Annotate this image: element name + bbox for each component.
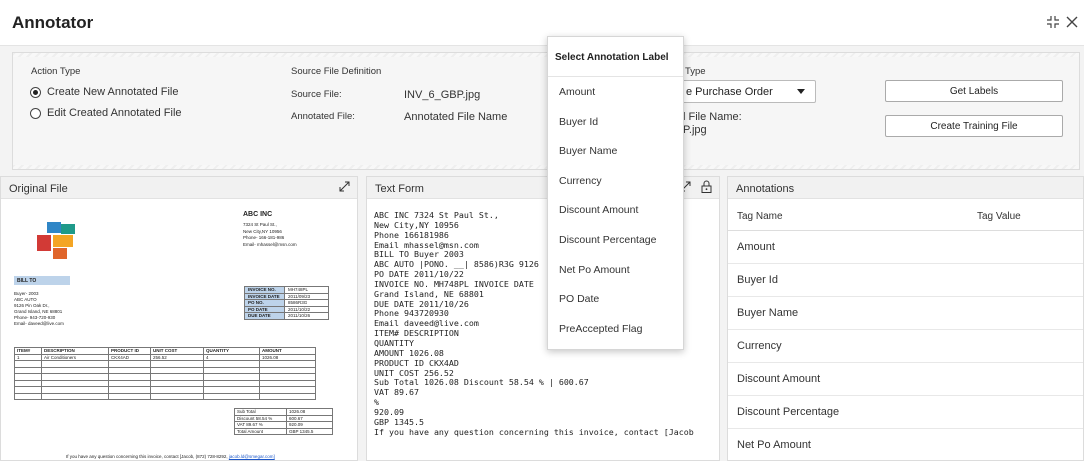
radio-create-new-label: Create New Annotated File [47, 86, 179, 98]
type-select[interactable]: e Purchase Order [677, 80, 816, 103]
text-form-line[interactable]: % [374, 397, 694, 408]
invoice-footer-link: jacob.ld@smegar.com] [228, 454, 275, 459]
dropdown-item-discount-percentage[interactable]: Discount Percentage [548, 226, 683, 256]
type-label: Type [685, 66, 706, 77]
annotation-row[interactable]: Buyer Name [728, 297, 1083, 330]
annotation-tag-name: Net Po Amount [737, 439, 811, 451]
annotation-label-dropdown: Select Annotation Label Amount Buyer Id … [547, 36, 684, 350]
invoice-bill-to-label: BILL TO [14, 276, 70, 285]
radio-create-new[interactable]: Create New Annotated File [30, 86, 178, 98]
annotations-panel: Annotations Tag Name Tag Value Amount Bu… [727, 176, 1084, 461]
annotations-title: Annotations [736, 183, 795, 195]
dropdown-item-buyer-name[interactable]: Buyer Name [548, 137, 683, 167]
dropdown-item-discount-amount[interactable]: Discount Amount [548, 196, 683, 226]
annotated-file-value[interactable]: Annotated File Name [404, 111, 507, 123]
meta-value: 2011/10/26 [284, 312, 329, 320]
tag-value-header: Tag Value [977, 211, 1021, 222]
table-row [14, 392, 316, 400]
dropdown-item-currency[interactable]: Currency [548, 167, 683, 197]
original-file-header: Original File [1, 177, 357, 199]
hatch-strip-top [13, 53, 1079, 57]
dropdown-header: Select Annotation Label [548, 37, 683, 77]
address-line: Email- mhassel@msn.com [243, 241, 297, 247]
annotation-tag-name: Buyer Id [737, 274, 778, 286]
table-row: Total Amount GBP 1345.5 [234, 427, 333, 435]
text-form-line[interactable]: VAT 89.67 [374, 387, 694, 398]
total-key: Total Amount [234, 427, 287, 435]
table-header-row: ITEM# DESCRIPTION PRODUCT ID UNIT COST Q… [14, 347, 316, 355]
annotation-row[interactable]: Buyer Id [728, 264, 1083, 297]
source-file-value: INV_6_GBP.jpg [404, 89, 481, 101]
original-file-title: Original File [9, 183, 68, 195]
chevron-down-icon [797, 89, 805, 94]
radio-unselected-icon [30, 107, 41, 119]
meta-key: DUE DATE [244, 312, 285, 320]
file-name-label: l File Name: [683, 111, 742, 123]
source-def-label: Source File Definition [291, 66, 382, 77]
annotation-tag-name: Currency [737, 340, 782, 352]
radio-selected-icon [30, 86, 41, 98]
table-row: DUE DATE 2011/10/26 [244, 312, 329, 320]
annotations-header: Annotations [728, 177, 1083, 199]
meta-key: INVOICE DATE [244, 292, 285, 300]
annotation-row[interactable]: Currency [728, 330, 1083, 363]
lock-icon[interactable] [701, 180, 712, 196]
company-logo-icon [37, 222, 75, 259]
table-row: 1 Air Conditioners CKX4AD 256.52 4 1026.… [14, 353, 316, 361]
annotation-tag-name: Amount [737, 241, 775, 253]
dropdown-item-preaccepted-flag[interactable]: PreAccepted Flag [548, 315, 683, 345]
config-panel: Action Type Create New Annotated File Ed… [12, 52, 1080, 170]
text-form-line[interactable]: If you have any question concerning this… [374, 427, 694, 438]
dropdown-item-net-po-amount[interactable]: Net Po Amount [548, 256, 683, 286]
invoice-company-name: ABC INC [243, 211, 273, 218]
invoice-items-table: ITEM# DESCRIPTION PRODUCT ID UNIT COST Q… [14, 347, 316, 400]
type-select-value: e Purchase Order [686, 86, 773, 98]
annotation-tag-name: Discount Amount [737, 373, 821, 385]
invoice-meta-table: INVOICE NO. MH748PL INVOICE DATE 2011/09/2… [244, 286, 329, 320]
invoice-image: ABC INC 7324 St Paul St., New City,NY 10… [11, 207, 346, 460]
invoice-totals-table: Sub Total 1026.08 Discount 58.54 % 600.67 … [234, 408, 333, 435]
original-file-panel: Original File ABC INC 7324 St Paul St., … [0, 176, 358, 461]
text-form-line[interactable]: Sub Total 1026.08 Discount 58.54 % | 600… [374, 377, 694, 388]
annotation-row[interactable]: Discount Percentage [728, 396, 1083, 429]
dropdown-item-buyer-id[interactable]: Buyer Id [548, 108, 683, 138]
action-type-label: Action Type [31, 66, 81, 77]
invoice-company-address: 7324 St Paul St., New City,NY 10956 Phon… [243, 222, 297, 248]
annotation-row[interactable]: Net Po Amount [728, 429, 1083, 460]
dropdown-title: Select Annotation Label [555, 52, 669, 63]
radio-edit-created-label: Edit Created Annotated File [47, 107, 182, 119]
dropdown-item-amount[interactable]: Amount [548, 78, 683, 108]
annotations-column-headers: Tag Name Tag Value [728, 203, 1083, 231]
dropdown-item-po-date[interactable]: PO Date [548, 285, 683, 315]
invoice-footer-text: If you have any question concerning this… [66, 454, 229, 459]
annotation-tag-name: Discount Percentage [737, 406, 840, 418]
radio-edit-created[interactable]: Edit Created Annotated File [30, 107, 182, 119]
file-name-block: l File Name: P.jpg [683, 111, 742, 137]
title-bar: Annotator [0, 0, 1084, 46]
total-value: GBP 1345.5 [286, 427, 333, 435]
invoice-footer: If you have any question concerning this… [66, 454, 275, 459]
app-title: Annotator [12, 13, 94, 32]
hatch-strip-bottom [13, 165, 1079, 169]
annotation-row[interactable]: Discount Amount [728, 363, 1083, 396]
source-file-label: Source File: [291, 89, 342, 100]
collapse-icon[interactable] [1047, 16, 1059, 31]
annotation-row[interactable]: Amount [728, 231, 1083, 264]
bill-to-line: Email- daveed@live.com [14, 321, 64, 326]
create-training-file-button[interactable]: Create Training File [885, 115, 1063, 137]
close-icon[interactable] [1066, 15, 1078, 31]
file-name-value: P.jpg [683, 124, 707, 136]
annotated-file-label: Annotated File: [291, 111, 355, 122]
annotation-tag-name: Buyer Name [737, 307, 799, 319]
text-form-title: Text Form [375, 183, 424, 195]
invoice-bill-to-lines: Buyer- 2003 ABC AUTO 9126 Pin Oak Dr., G… [14, 291, 64, 327]
tag-name-header: Tag Name [737, 211, 783, 222]
expand-icon[interactable] [339, 181, 350, 195]
get-labels-button[interactable]: Get Labels [885, 80, 1063, 102]
